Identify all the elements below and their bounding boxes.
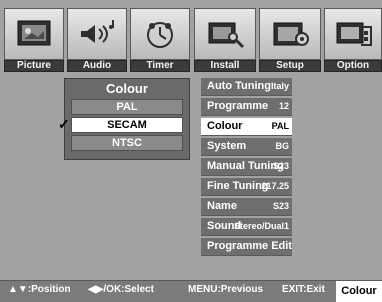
install-menu-list: Auto Tuning Italy Programme 12 Colour PA…	[201, 78, 292, 256]
tab-label: Audio	[67, 60, 127, 72]
menu-item-value: PAL	[271, 121, 289, 131]
position-hint: ▲▼:Position	[8, 284, 71, 295]
menu-item-manual-tuning[interactable]: Manual Tuning S23	[201, 158, 292, 176]
colour-option-label: NTSC	[112, 137, 142, 149]
colour-panel-title: Colour	[106, 81, 148, 96]
menu-item-label: System	[207, 140, 247, 152]
menu-hint: MENU:Previous	[188, 284, 264, 295]
checkmark-icon: ✓	[58, 116, 70, 132]
context-label: Colour	[336, 281, 382, 302]
install-icon	[194, 8, 256, 60]
select-hint: ◀▶/OK:Select	[88, 284, 154, 295]
tab-install[interactable]: Install	[194, 8, 256, 72]
exit-hint: EXIT:Exit	[282, 284, 325, 295]
tab-label: Timer	[130, 60, 190, 72]
menu-item-programme-edit[interactable]: Programme Edit	[201, 238, 292, 256]
option-icon	[324, 8, 382, 60]
menu-item-sound[interactable]: Sound Stereo/Dual1	[201, 218, 292, 236]
menu-item-label: Programme	[207, 100, 269, 112]
menu-item-colour[interactable]: Colour PAL	[201, 118, 292, 136]
tv-osd-screen: Picture Audio Timer Install Setup Option…	[0, 0, 382, 302]
menu-item-value: BG	[275, 141, 290, 151]
colour-option-label: SECAM	[107, 119, 147, 131]
main-tab-bar: Picture Audio Timer Install Setup Option	[4, 8, 382, 72]
tab-setup[interactable]: Setup	[259, 8, 321, 72]
setup-icon	[259, 8, 321, 60]
picture-icon	[4, 8, 64, 60]
tab-label: Install	[194, 60, 256, 72]
audio-icon	[67, 8, 127, 60]
tab-label: Option	[324, 60, 382, 72]
colour-option-pal[interactable]: PAL	[71, 99, 183, 115]
menu-item-label: Fine Tuning	[207, 180, 269, 192]
tab-timer[interactable]: Timer	[130, 8, 190, 72]
menu-item-name[interactable]: Name S23	[201, 198, 292, 216]
menu-item-fine-tuning[interactable]: Fine Tuning 217.25	[201, 178, 292, 196]
menu-item-value: Stereo/Dual1	[233, 221, 289, 231]
tab-label: Picture	[4, 60, 64, 72]
colour-option-ntsc[interactable]: NTSC	[71, 135, 183, 151]
menu-item-value: 217.25	[261, 181, 289, 191]
bottom-help-bar: ▲▼:Position ◀▶/OK:Select MENU:Previous E…	[0, 280, 382, 302]
menu-item-programme[interactable]: Programme 12	[201, 98, 292, 116]
timer-icon	[130, 8, 190, 60]
menu-item-label: Auto Tuning	[207, 80, 271, 92]
menu-item-value: S23	[272, 161, 289, 171]
menu-item-system[interactable]: System BG	[201, 138, 292, 156]
menu-item-value: 12	[278, 101, 289, 111]
tab-picture[interactable]: Picture	[4, 8, 64, 72]
menu-item-value: S23	[272, 201, 289, 211]
colour-options-panel: Colour PAL ✓ SECAM NTSC	[58, 78, 190, 160]
menu-item-label: Programme Edit	[207, 240, 292, 252]
menu-item-value: Italy	[270, 81, 289, 91]
menu-item-label: Name	[207, 200, 237, 212]
colour-option-secam[interactable]: ✓ SECAM	[58, 117, 183, 133]
menu-item-auto-tuning[interactable]: Auto Tuning Italy	[201, 78, 292, 96]
menu-item-label: Colour	[207, 120, 243, 132]
tab-audio[interactable]: Audio	[67, 8, 127, 72]
tab-label: Setup	[259, 60, 321, 72]
tab-option[interactable]: Option	[324, 8, 382, 72]
colour-option-label: PAL	[116, 101, 138, 113]
